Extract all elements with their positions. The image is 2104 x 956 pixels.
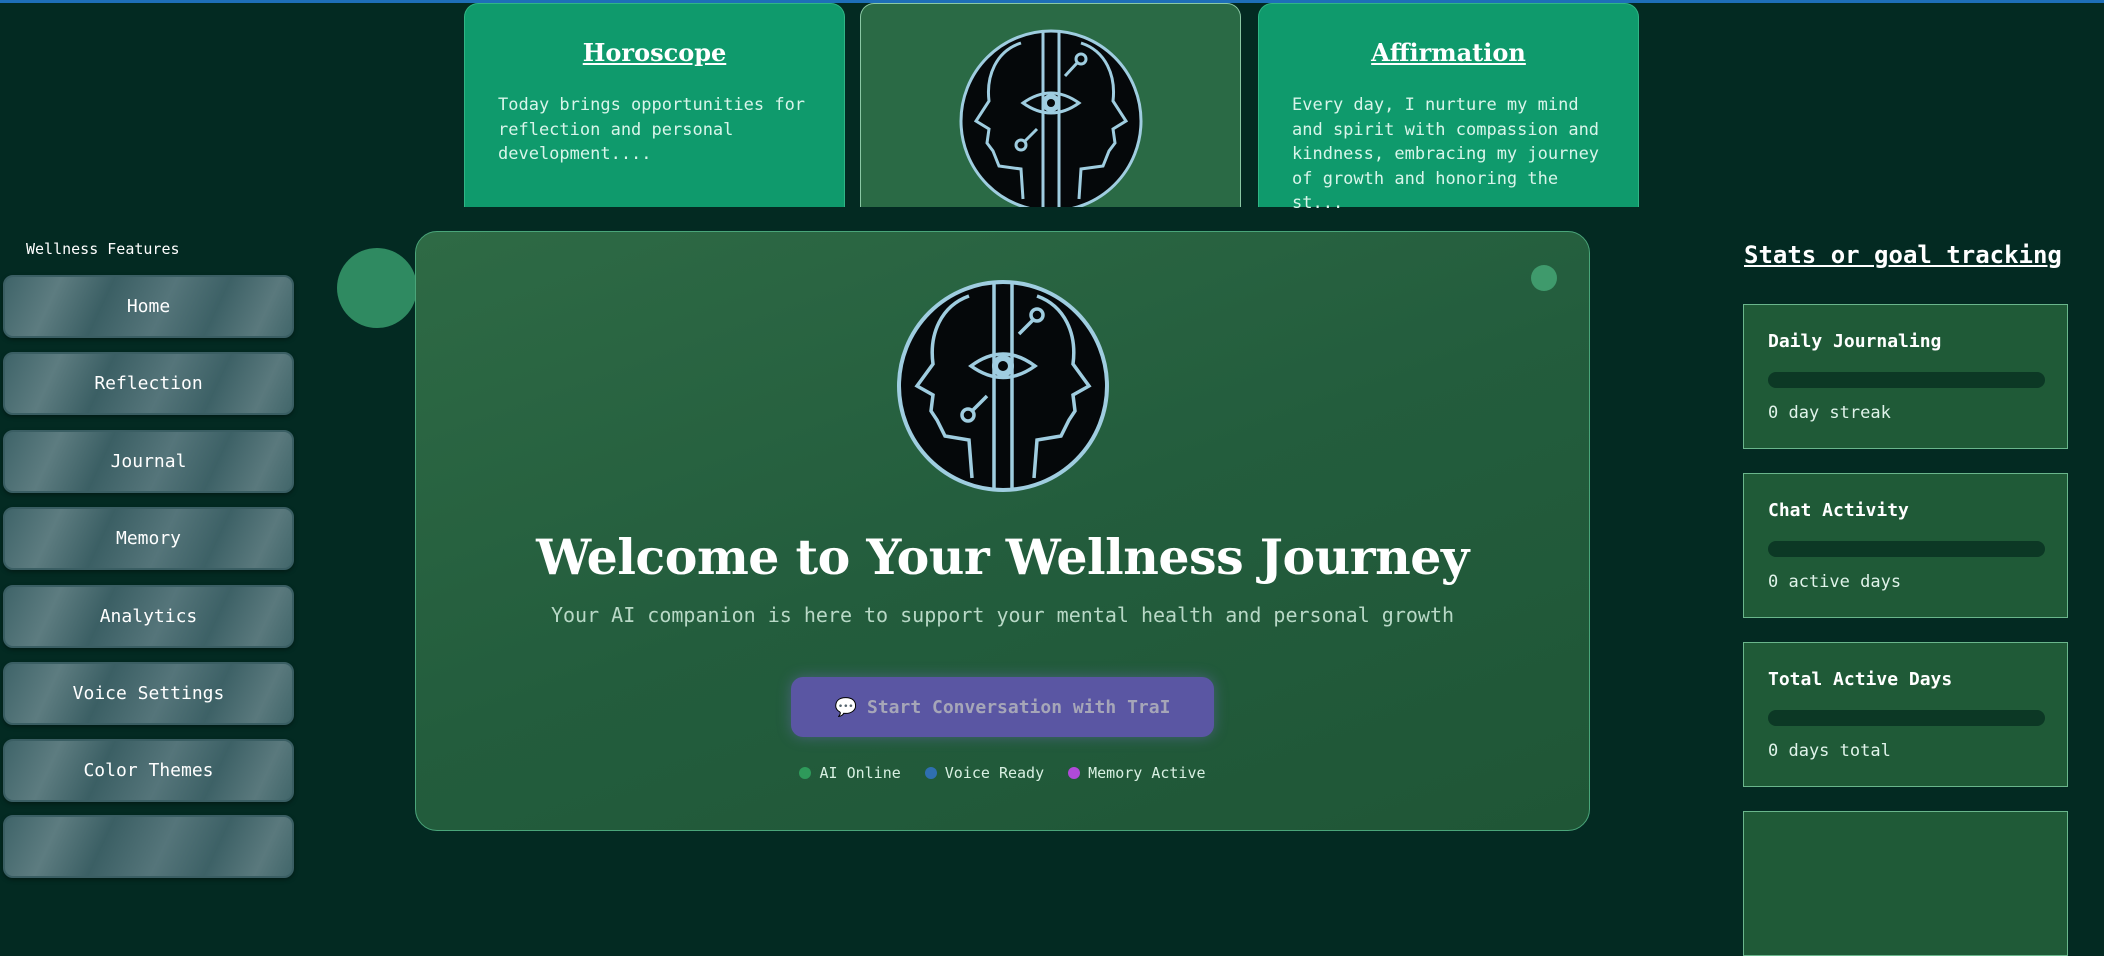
chat-bubble-icon: 💬 (834, 696, 857, 718)
welcome-subtitle: Your AI companion is here to support you… (550, 603, 1455, 627)
welcome-title: Welcome to Your Wellness Journey (536, 528, 1469, 586)
status-label: Voice Ready (944, 764, 1045, 782)
dual-face-eye-logo-icon (959, 29, 1143, 207)
stat-card-more (1743, 811, 2068, 956)
stat-title: Daily Journaling (1768, 331, 1942, 352)
horoscope-card[interactable]: Horoscope Today brings opportunities for… (464, 3, 845, 207)
status-memory-active: Memory Active (1068, 764, 1206, 782)
status-voice-ready: Voice Ready (924, 764, 1045, 782)
stat-card-total-active-days: Total Active Days 0 days total (1743, 642, 2068, 787)
blue-dot-icon (924, 767, 937, 779)
sidebar-item-memory[interactable]: Memory (3, 507, 294, 570)
progress-bar (1768, 710, 2045, 726)
horoscope-text: Today brings opportunities for reflectio… (498, 95, 806, 164)
status-label: Memory Active (1088, 764, 1206, 782)
sidebar-item-more[interactable] (3, 815, 294, 878)
stat-card-chat-activity: Chat Activity 0 active days (1743, 473, 2068, 618)
sidebar-item-home[interactable]: Home (3, 275, 294, 338)
green-dot-icon (799, 767, 812, 779)
status-indicator-dot (1531, 265, 1557, 291)
top-logo-card (860, 3, 1241, 207)
status-ai-online: AI Online (799, 764, 901, 782)
stat-value: 0 day streak (1768, 403, 1891, 423)
welcome-card: Welcome to Your Wellness Journey Your AI… (415, 231, 1590, 831)
sidebar-item-voice-settings[interactable]: Voice Settings (3, 662, 294, 725)
affirmation-text: Every day, I nurture my mind and spirit … (1292, 95, 1600, 213)
sidebar-item-color-themes[interactable]: Color Themes (3, 739, 294, 802)
decorative-circle (337, 248, 417, 328)
start-conversation-label: Start Conversation with TraI (866, 696, 1171, 718)
stat-value: 0 active days (1768, 572, 1902, 592)
start-conversation-button[interactable]: 💬 Start Conversation with TraI (791, 677, 1214, 737)
sidebar-item-reflection[interactable]: Reflection (3, 352, 294, 415)
progress-bar (1768, 372, 2045, 388)
stat-card-daily-journaling: Daily Journaling 0 day streak (1743, 304, 2068, 449)
stat-value: 0 days total (1768, 741, 1891, 761)
status-label: AI Online (819, 764, 901, 782)
stat-title: Total Active Days (1768, 669, 1953, 690)
dual-face-eye-logo-icon (897, 280, 1109, 492)
sidebar-item-journal[interactable]: Journal (3, 430, 294, 493)
sidebar-title: Wellness Features (26, 240, 180, 258)
progress-bar (1768, 541, 2045, 557)
stat-title: Chat Activity (1768, 500, 1909, 521)
stats-title[interactable]: Stats or goal tracking (1744, 241, 2062, 269)
sidebar-item-analytics[interactable]: Analytics (3, 585, 294, 648)
status-row: AI Online Voice Ready Memory Active (416, 764, 1589, 782)
affirmation-title[interactable]: Affirmation (1259, 38, 1638, 67)
affirmation-card[interactable]: Affirmation Every day, I nurture my mind… (1258, 3, 1639, 213)
horoscope-title[interactable]: Horoscope (465, 38, 844, 67)
purple-dot-icon (1068, 767, 1081, 779)
